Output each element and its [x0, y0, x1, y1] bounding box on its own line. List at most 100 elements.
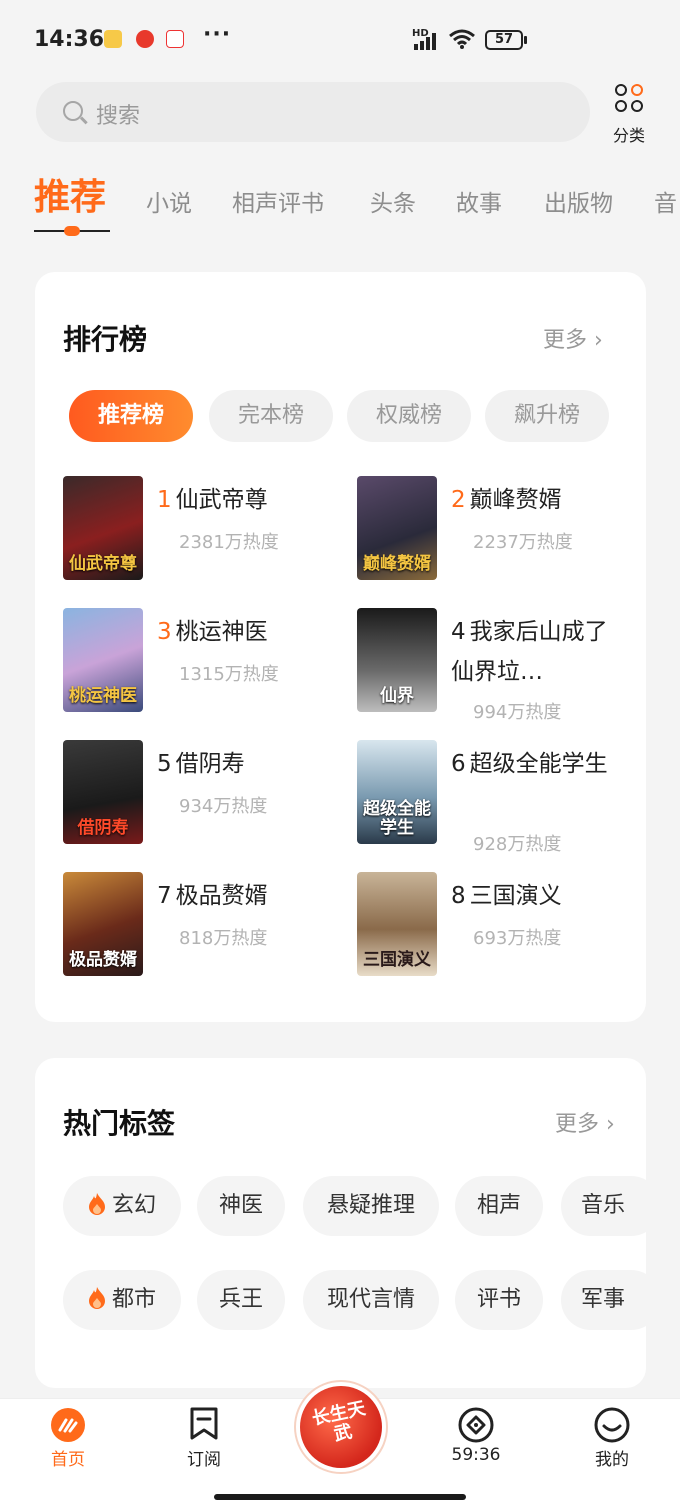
ranking-book-item[interactable]: 借阴寿 5 借阴寿 934万热度 — [63, 740, 353, 850]
hot-tags-more-label: 更多 — [555, 1112, 600, 1137]
now-playing-cover: 长生天武 — [300, 1386, 382, 1468]
tab-music[interactable]: 音 — [654, 184, 677, 218]
nav-home-label: 首页 — [51, 1450, 85, 1470]
ranking-book-item[interactable]: 仙界 4 我家后山成了仙界垃… 994万热度 — [357, 608, 647, 738]
battery-level: 57 — [494, 32, 514, 47]
tab-recommend[interactable]: 推荐 — [34, 168, 106, 220]
tag-item[interactable]: 评书 — [455, 1270, 543, 1330]
tab-publications[interactable]: 出版物 — [544, 184, 613, 218]
book-title: 3 桃运神医 — [157, 612, 347, 652]
tag-item[interactable]: 现代言情 — [303, 1270, 439, 1330]
nav-timer-label: 59:36 — [451, 1445, 501, 1465]
hot-tags-title: 热门标签 — [63, 1107, 176, 1140]
ranking-more-link[interactable]: 更多 › — [543, 322, 603, 354]
tab-indicator — [64, 226, 80, 236]
book-rank: 1 — [157, 487, 172, 513]
now-playing-cover-button[interactable]: 长生天武 — [296, 1382, 386, 1472]
search-bar[interactable]: 搜索 — [36, 82, 590, 142]
book-rank: 6 — [451, 751, 466, 777]
book-heat: 2237万热度 — [473, 532, 573, 553]
tag-item[interactable]: 玄幻 — [63, 1176, 181, 1236]
flame-icon — [88, 1287, 105, 1309]
tag-item[interactable]: 相声 — [455, 1176, 543, 1236]
flame-icon — [88, 1193, 105, 1215]
cover-text: 借阴寿 — [77, 818, 129, 838]
book-cover: 仙武帝尊 — [63, 476, 143, 580]
ranking-book-item[interactable]: 桃运神医 3 桃运神医 1315万热度 — [63, 608, 353, 718]
book-title: 7 极品赘婿 — [157, 876, 347, 916]
tab-crosstalk[interactable]: 相声评书 — [232, 184, 324, 218]
ranking-book-item[interactable]: 三国演义 8 三国演义 693万热度 — [357, 872, 647, 982]
cover-text: 仙武帝尊 — [69, 554, 137, 574]
signal-icon — [414, 33, 436, 50]
category-label: 分类 — [612, 126, 645, 145]
nav-player[interactable]: 59:36 — [408, 1399, 544, 1489]
weibo-notification-icon — [166, 30, 184, 48]
nav-subscribe[interactable]: 订阅 — [136, 1399, 272, 1489]
app-notification-icon — [136, 30, 154, 48]
cover-text: 仙界 — [380, 686, 414, 706]
nav-mine-label: 我的 — [595, 1450, 629, 1470]
book-cover: 仙界 — [357, 608, 437, 712]
nav-home[interactable]: 首页 — [0, 1399, 136, 1489]
hot-tags-card: 热门标签 更多 › 玄幻 神医 悬疑推理 相声 音乐 都市 兵王 现代言情 评书… — [35, 1058, 646, 1388]
book-title: 4 我家后山成了仙界垃… — [451, 612, 611, 692]
category-button[interactable]: 分类 — [604, 82, 654, 145]
tag-label: 玄幻 — [111, 1193, 156, 1218]
tab-headlines[interactable]: 头条 — [370, 184, 416, 218]
cover-text: 桃运神医 — [69, 686, 137, 706]
tag-item[interactable]: 兵王 — [197, 1270, 285, 1330]
book-cover: 极品赘婿 — [63, 872, 143, 976]
status-bar: 14:36 ··· HD 57 — [0, 0, 680, 80]
cover-text: 巅峰赘婿 — [363, 554, 431, 574]
book-title: 5 借阴寿 — [157, 744, 347, 784]
book-heat: 994万热度 — [473, 702, 562, 723]
play-history-icon — [458, 1407, 494, 1443]
status-time: 14:36 — [34, 27, 105, 52]
book-rank: 4 — [451, 619, 466, 645]
ranking-book-item[interactable]: 巅峰赘婿 2 巅峰赘婿 2237万热度 — [357, 476, 647, 586]
battery-tip — [524, 36, 527, 44]
book-title: 6 超级全能学生 — [451, 744, 611, 784]
tag-item[interactable]: 神医 — [197, 1176, 285, 1236]
book-name: 超级全能学生 — [469, 751, 608, 777]
hot-tags-more-link[interactable]: 更多 › — [555, 1106, 615, 1138]
book-name: 我家后山成了仙界垃… — [451, 619, 608, 685]
search-placeholder: 搜索 — [96, 104, 141, 129]
pill-completed[interactable]: 完本榜 — [209, 390, 333, 442]
book-rank: 8 — [451, 883, 466, 909]
tab-novel[interactable]: 小说 — [146, 184, 192, 218]
ranking-card: 排行榜 更多 › 推荐榜 完本榜 权威榜 飙升榜 仙武帝尊 1 仙武帝尊 2381… — [35, 272, 646, 1022]
book-heat: 928万热度 — [473, 834, 562, 855]
home-indicator[interactable] — [214, 1494, 466, 1500]
chevron-right-icon: › — [606, 1112, 615, 1137]
message-notification-icon — [104, 30, 122, 48]
book-cover: 借阴寿 — [63, 740, 143, 844]
book-name: 巅峰赘婿 — [469, 487, 562, 513]
book-cover: 三国演义 — [357, 872, 437, 976]
book-name: 桃运神医 — [175, 619, 268, 645]
tab-stories[interactable]: 故事 — [456, 184, 502, 218]
book-rank: 2 — [451, 487, 466, 513]
book-title: 1 仙武帝尊 — [157, 480, 347, 520]
book-heat: 818万热度 — [179, 928, 268, 949]
tag-item[interactable]: 悬疑推理 — [303, 1176, 439, 1236]
ranking-book-item[interactable]: 超级全能学生 6 超级全能学生 928万热度 — [357, 740, 647, 870]
nav-mine[interactable]: 我的 — [544, 1399, 680, 1489]
tag-item[interactable]: 军事 — [561, 1270, 646, 1330]
ranking-book-item[interactable]: 仙武帝尊 1 仙武帝尊 2381万热度 — [63, 476, 353, 586]
pill-rising[interactable]: 飙升榜 — [485, 390, 609, 442]
wifi-icon — [449, 29, 475, 49]
smile-icon — [594, 1407, 630, 1443]
search-icon — [63, 101, 83, 121]
book-heat: 693万热度 — [473, 928, 562, 949]
book-title: 8 三国演义 — [451, 876, 641, 916]
pill-recommend[interactable]: 推荐榜 — [69, 390, 193, 442]
tag-item[interactable]: 音乐 — [561, 1176, 646, 1236]
ranking-book-item[interactable]: 极品赘婿 7 极品赘婿 818万热度 — [63, 872, 353, 982]
book-heat: 934万热度 — [179, 796, 268, 817]
category-icon — [615, 84, 645, 114]
tag-item[interactable]: 都市 — [63, 1270, 181, 1330]
pill-authority[interactable]: 权威榜 — [347, 390, 471, 442]
nav-subscribe-label: 订阅 — [187, 1450, 221, 1470]
